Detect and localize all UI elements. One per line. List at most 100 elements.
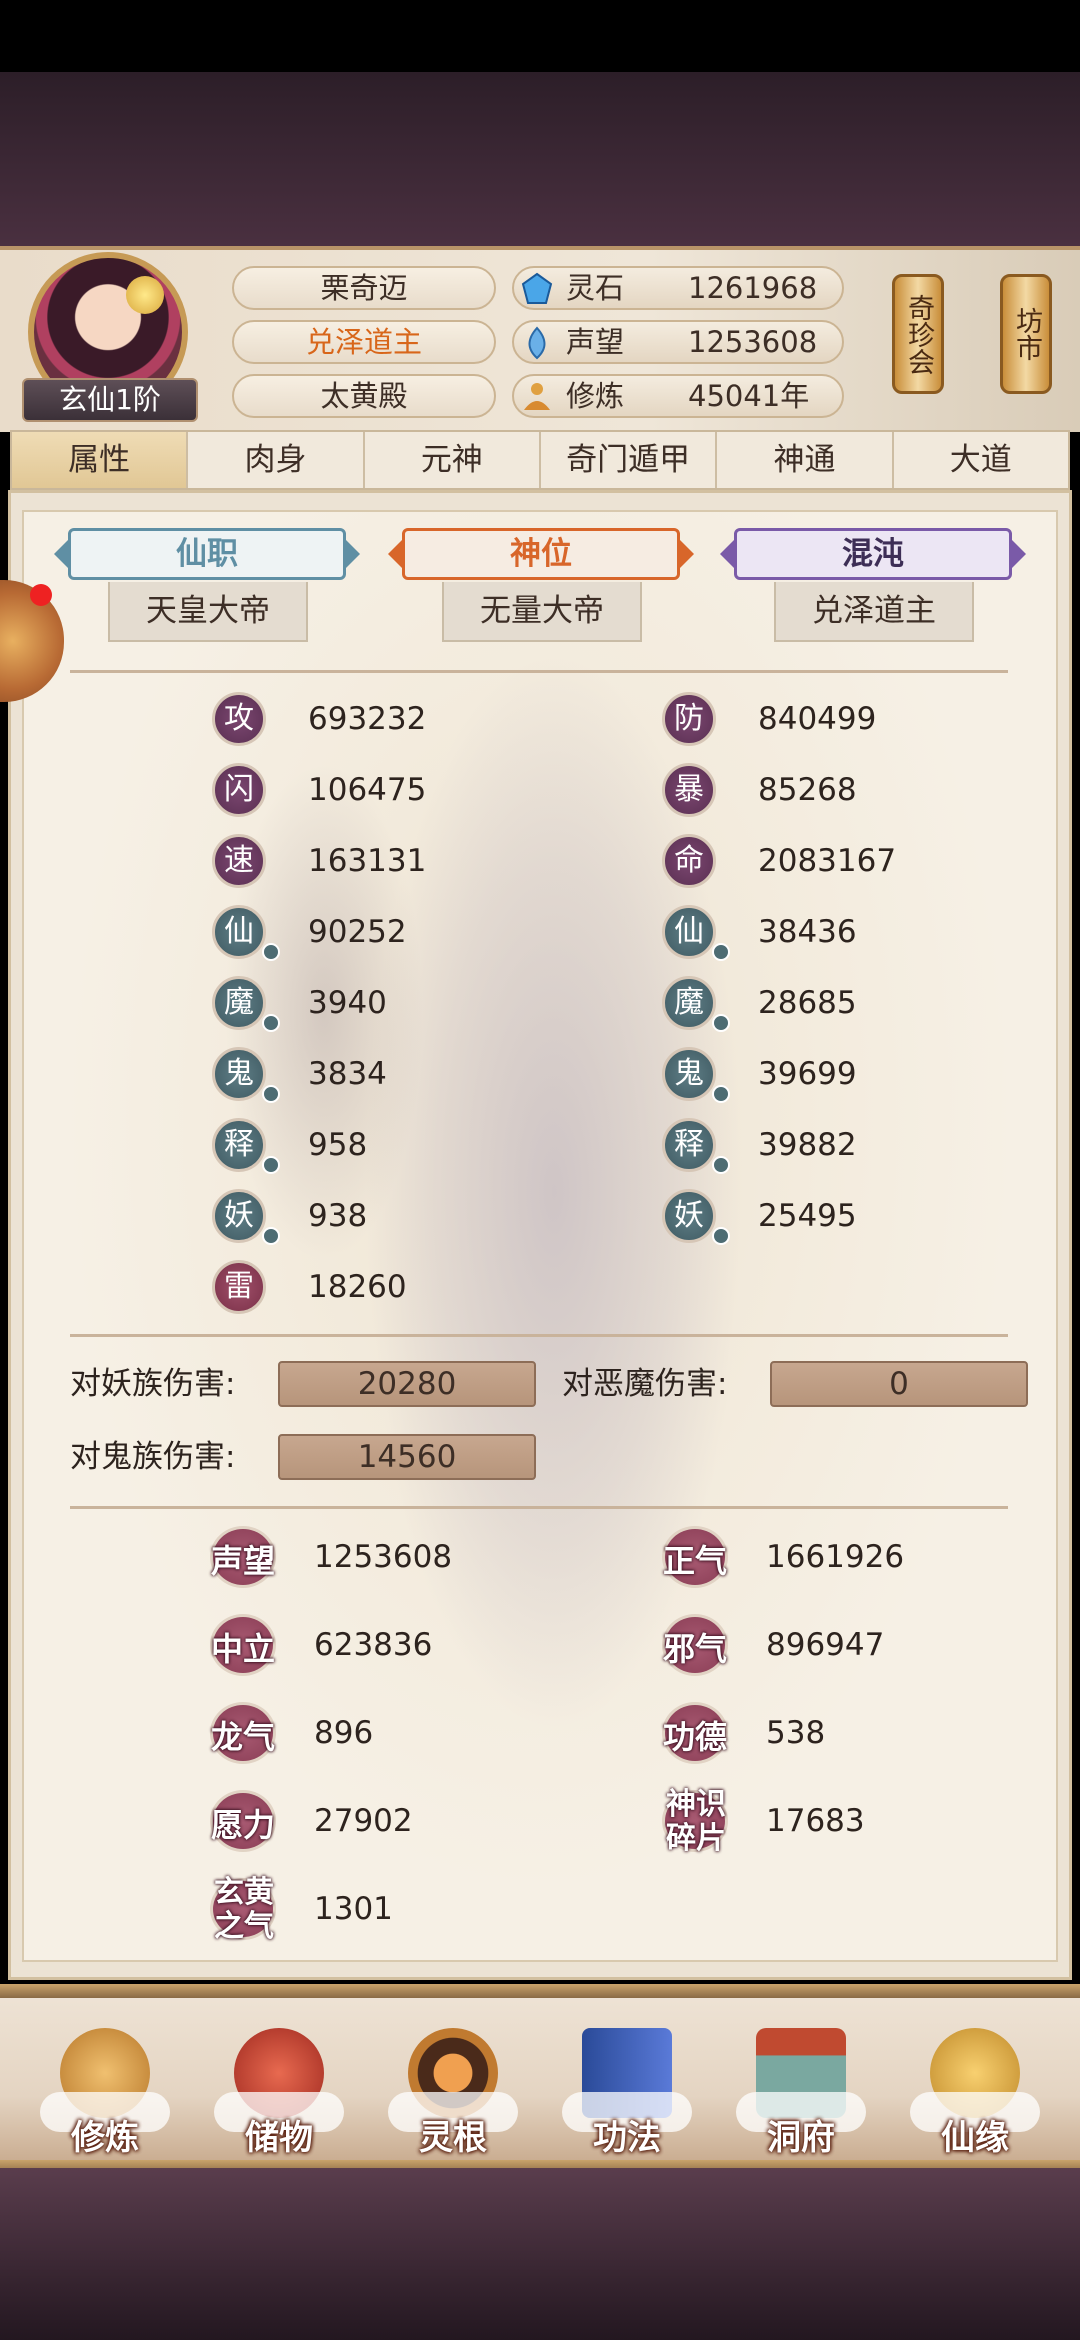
badge-value: 天皇大帝: [108, 582, 308, 642]
badge-immortal-post: 仙职: [54, 528, 360, 580]
currency-value: 1253608: [688, 325, 818, 359]
notification-dot: [30, 584, 52, 606]
currency-label: 声望: [566, 325, 625, 359]
currency-value: 1261968: [688, 271, 818, 305]
stat-monster-atk-value: 938: [308, 1198, 368, 1234]
market-button[interactable]: 坊市: [1000, 274, 1052, 394]
nav-label: 功法: [593, 2118, 661, 2158]
badge-label: 神位: [402, 528, 680, 580]
hair-flower-icon: [126, 276, 164, 314]
badge-divine-rank: 神位: [388, 528, 694, 580]
nav-cave[interactable]: 洞府: [726, 2028, 876, 2166]
treasure-fair-button[interactable]: 奇珍会: [892, 274, 944, 394]
nav-label: 仙缘: [941, 2118, 1009, 2158]
nav-cultivate[interactable]: 修炼: [30, 2028, 180, 2166]
stat-immortal-atk-value: 90252: [308, 914, 407, 950]
damage-vs-monster-value: 20280: [278, 1361, 536, 1407]
resource-evil-qi-label: 邪气: [662, 1630, 727, 1668]
stat-demon-atk-value: 3940: [308, 985, 387, 1021]
badge-label: 仙职: [68, 528, 346, 580]
stat-monster-def-value: 25495: [758, 1198, 857, 1234]
stat-speed-value: 163131: [308, 843, 427, 879]
shield-icon[interactable]: [712, 1227, 730, 1245]
stat-crit-value: 85268: [758, 772, 857, 808]
resource-righteous-label: 正气: [662, 1542, 727, 1580]
stat-dodge-icon: 闪: [212, 763, 266, 817]
resource-neutral-label: 中立: [210, 1630, 275, 1668]
bottom-background: [0, 2168, 1080, 2340]
stat-monster-atk-icon: 妖: [212, 1189, 266, 1243]
arrow-right-icon: [1010, 538, 1026, 570]
player-sect: 太黄殿: [232, 374, 496, 418]
stat-hp-value: 2083167: [758, 843, 897, 879]
stat-buddha-atk-icon: 释: [212, 1118, 266, 1172]
nav-storage[interactable]: 储物: [204, 2028, 354, 2166]
resource-xuanhuang-value: 1301: [314, 1891, 393, 1927]
resource-dragon-qi-label: 龙气: [210, 1718, 275, 1756]
resource-neutral-value: 623836: [314, 1627, 433, 1663]
nav-label: 洞府: [767, 2118, 835, 2158]
info-icon[interactable]: [262, 943, 280, 961]
nav-fate[interactable]: 仙缘: [900, 2028, 1050, 2166]
badge-label: 混沌: [734, 528, 1012, 580]
badge-value: 兑泽道主: [774, 582, 974, 642]
stat-buddha-def-icon: 释: [662, 1118, 716, 1172]
resource-evil-qi-value: 896947: [766, 1627, 885, 1663]
stat-attack-value: 693232: [308, 701, 427, 737]
currency-prestige: 声望 1253608: [512, 320, 844, 364]
nav-spirit-root[interactable]: 灵根: [378, 2028, 528, 2166]
stat-immortal-atk-icon: 仙: [212, 905, 266, 959]
stat-demon-atk-icon: 魔: [212, 976, 266, 1030]
shield-icon[interactable]: [712, 943, 730, 961]
tab-abilities[interactable]: 神通: [717, 432, 894, 488]
currency-cultivation: 修炼 45041年: [512, 374, 844, 418]
stat-ghost-def-icon: 鬼: [662, 1047, 716, 1101]
arrow-right-icon: [344, 538, 360, 570]
tab-attributes[interactable]: 属性: [12, 432, 189, 488]
stat-ghost-atk-value: 3834: [308, 1056, 387, 1092]
resource-spirit-shard-label: 神识碎片: [666, 1787, 726, 1856]
info-icon[interactable]: [262, 1085, 280, 1103]
info-icon[interactable]: [262, 1227, 280, 1245]
stat-demon-def-icon: 魔: [662, 976, 716, 1030]
tab-spirit[interactable]: 元神: [365, 432, 541, 488]
attributes-content: [22, 510, 1058, 1962]
stat-monster-def-icon: 妖: [662, 1189, 716, 1243]
stat-attack-icon: 攻: [212, 692, 266, 746]
stat-dodge-value: 106475: [308, 772, 427, 808]
nav-label: 储物: [245, 2118, 313, 2158]
resource-merit-value: 538: [766, 1715, 826, 1751]
info-icon[interactable]: [262, 1014, 280, 1032]
badge-chaos: 混沌: [720, 528, 1026, 580]
arrow-right-icon: [678, 538, 694, 570]
resource-wish-power-label: 愿力: [210, 1806, 275, 1844]
nav-technique[interactable]: 功法: [552, 2028, 702, 2166]
nav-border: [0, 1984, 1080, 1998]
tab-dao[interactable]: 大道: [894, 432, 1068, 488]
stat-immortal-def-value: 38436: [758, 914, 857, 950]
resource-xuanhuang-label: 玄黄之气: [214, 1875, 274, 1944]
prestige-icon: [528, 326, 546, 360]
stat-hp-icon: 命: [662, 834, 716, 888]
stat-thunder-icon: 雷: [212, 1260, 266, 1314]
resource-merit-label: 功德: [662, 1718, 727, 1756]
currency-spirit-stone: 灵石 1261968: [512, 266, 844, 310]
resource-prestige-label: 声望: [210, 1542, 275, 1580]
shield-icon[interactable]: [712, 1156, 730, 1174]
nav-label: 灵根: [419, 2118, 487, 2158]
stat-buddha-atk-value: 958: [308, 1127, 368, 1163]
damage-vs-demon-value: 0: [770, 1361, 1028, 1407]
divider: [70, 1334, 1008, 1337]
stat-defense-value: 840499: [758, 701, 877, 737]
stat-ghost-atk-icon: 鬼: [212, 1047, 266, 1101]
tab-qimen[interactable]: 奇门遁甲: [541, 432, 718, 488]
tab-bar: 属性 肉身 元神 奇门遁甲 神通 大道: [10, 430, 1070, 490]
shield-icon[interactable]: [712, 1085, 730, 1103]
damage-vs-ghost-value: 14560: [278, 1434, 536, 1480]
tab-body[interactable]: 肉身: [188, 432, 365, 488]
resource-righteous-value: 1661926: [766, 1539, 905, 1575]
info-icon[interactable]: [262, 1156, 280, 1174]
shield-icon[interactable]: [712, 1014, 730, 1032]
damage-vs-monster-label: 对妖族伤害:: [70, 1366, 236, 1402]
stat-thunder-value: 18260: [308, 1269, 407, 1305]
